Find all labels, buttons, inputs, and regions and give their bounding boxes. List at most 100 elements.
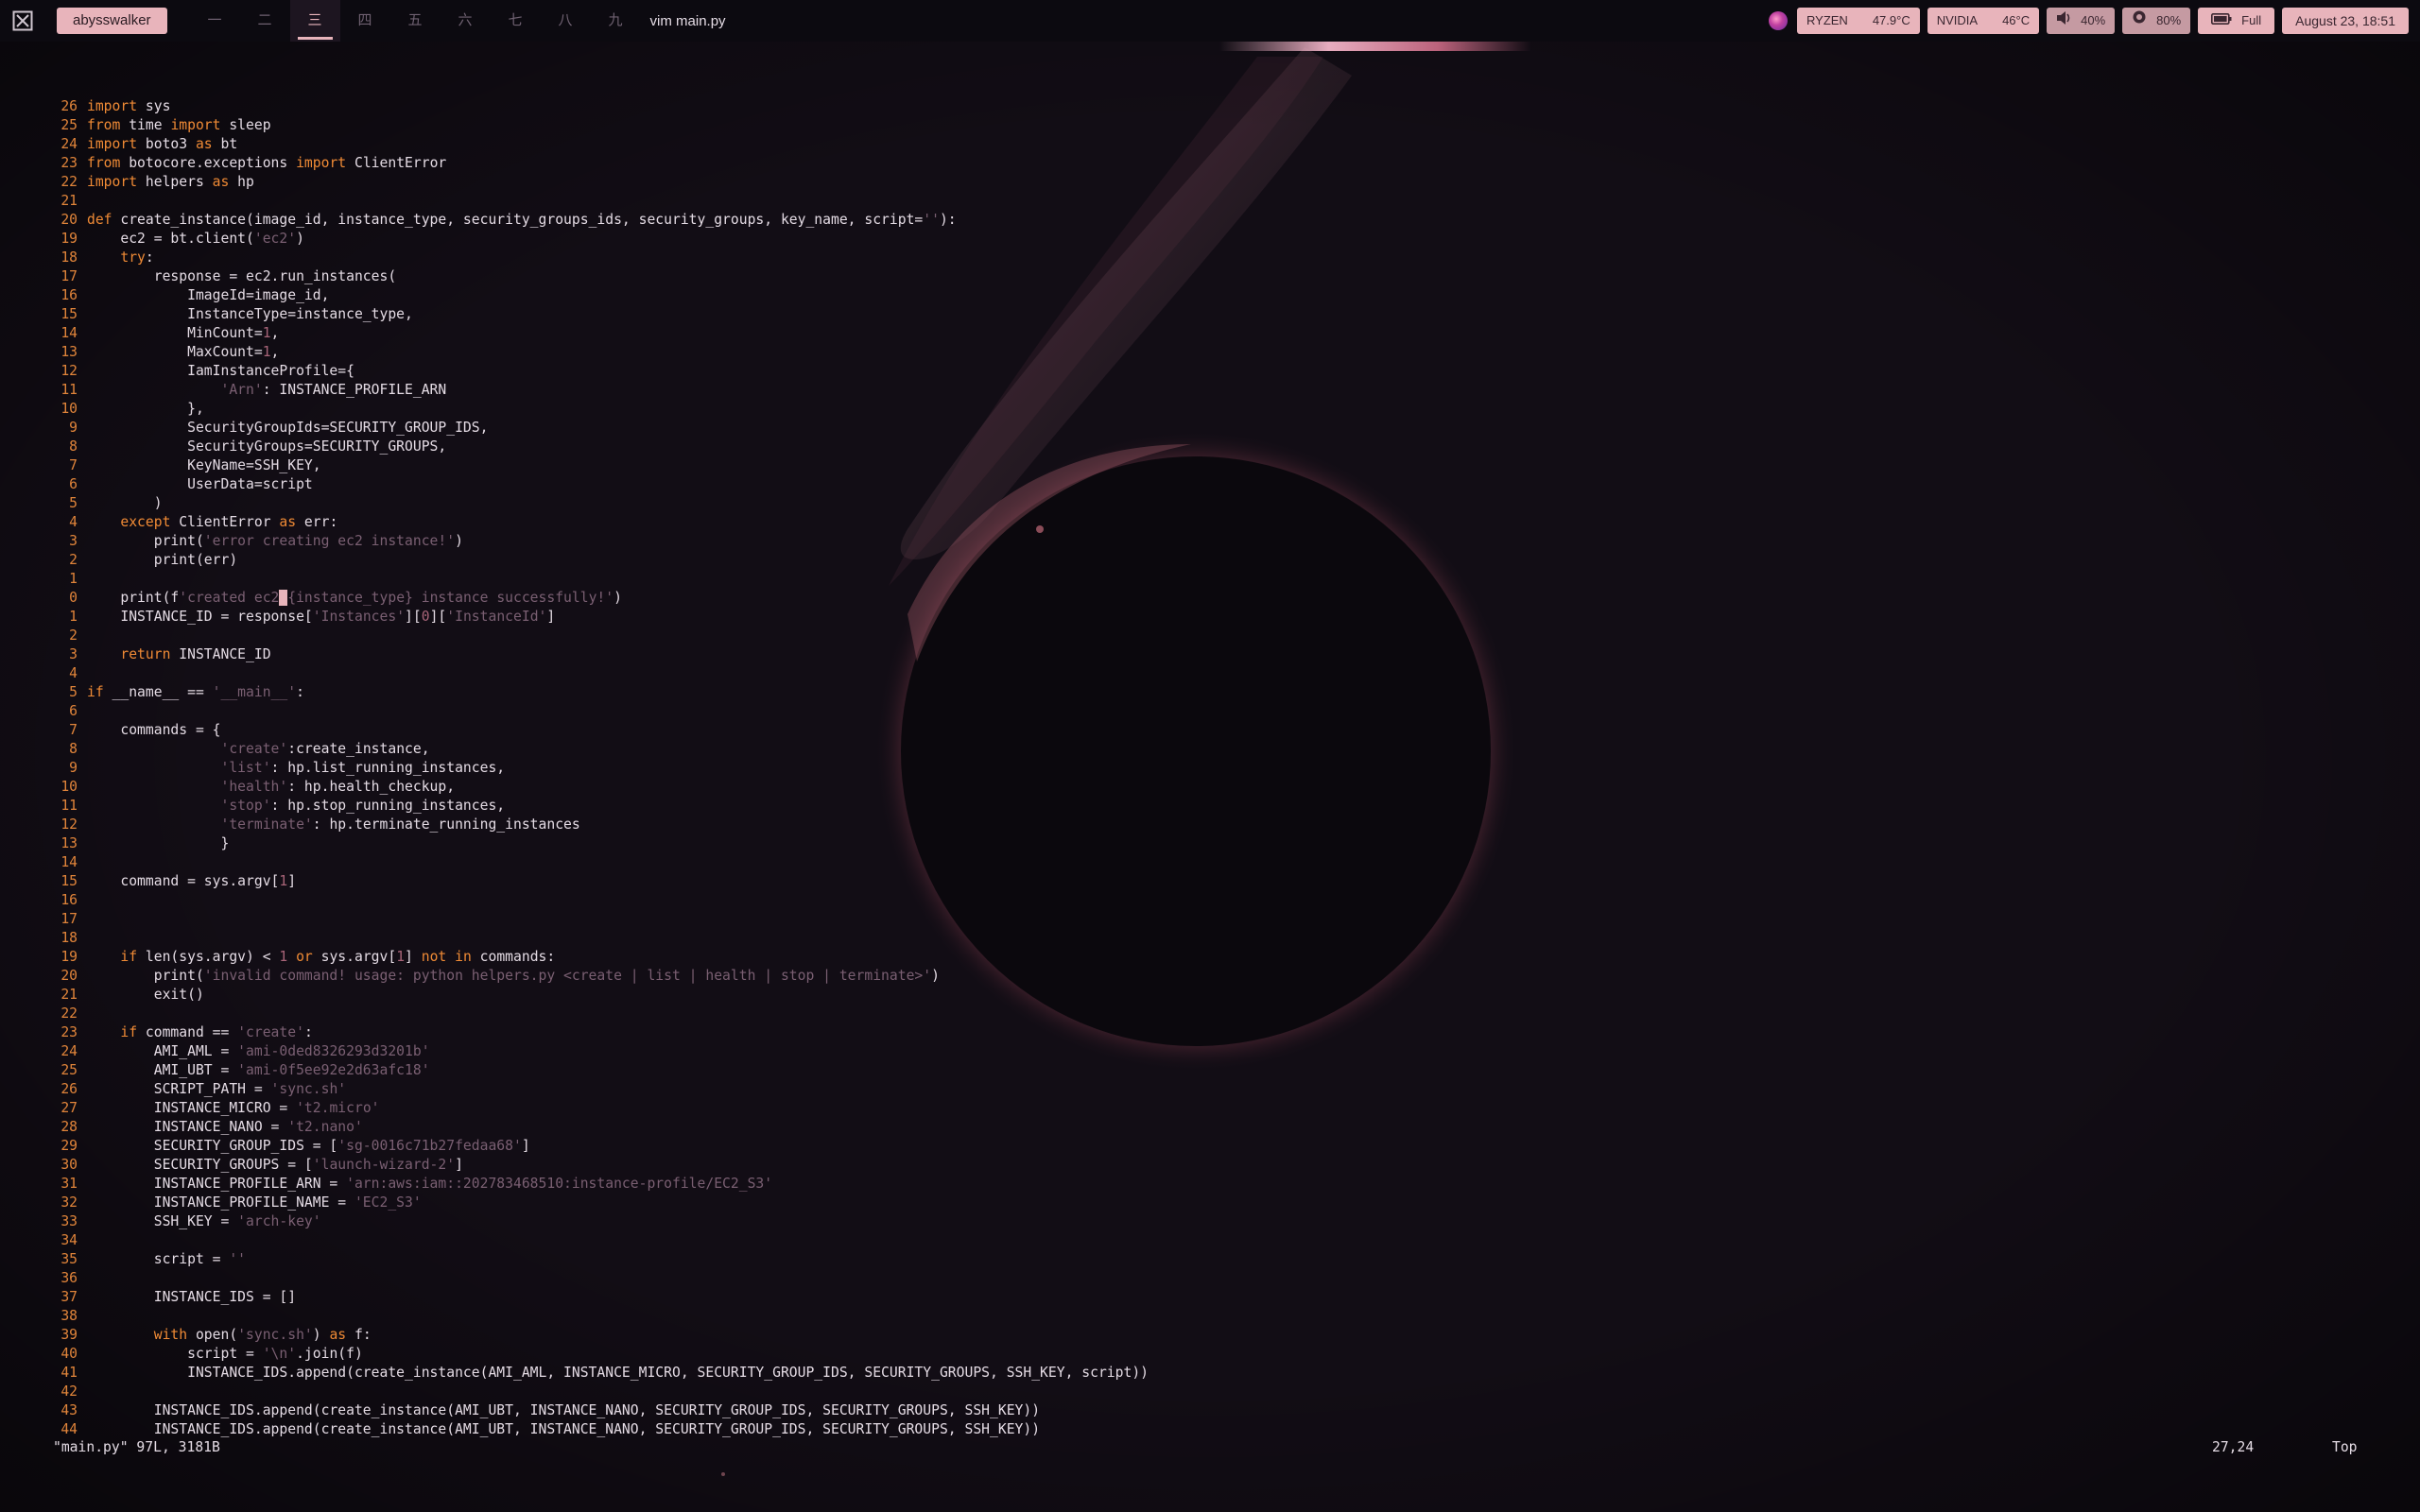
- line-number: 12: [60, 816, 78, 833]
- workspace-4[interactable]: 四: [340, 0, 390, 42]
- line-number: 16: [60, 287, 78, 303]
- code-text[interactable]: print(err): [87, 551, 237, 570]
- vim-editor[interactable]: 26 import sys 25 from time import sleep 24 im…: [0, 0, 2420, 1512]
- workspace-1[interactable]: 一: [190, 0, 240, 42]
- code-text[interactable]: KeyName=SSH_KEY,: [87, 456, 320, 475]
- code-text[interactable]: import sys: [87, 97, 170, 116]
- gpu-label: NVIDIA: [1936, 13, 1979, 27]
- code-text[interactable]: import boto3 as bt: [87, 135, 237, 154]
- gpu-temp-module[interactable]: NVIDIA 46°C: [1927, 8, 2040, 34]
- line-number: 29: [60, 1138, 78, 1154]
- code-text[interactable]: 'health': hp.health_checkup,: [87, 778, 455, 797]
- line-number: 0: [69, 590, 78, 606]
- line-number: 12: [60, 363, 78, 379]
- cpu-temp-module[interactable]: RYZEN 47.9°C: [1797, 8, 1920, 34]
- line-number: 14: [60, 854, 78, 870]
- code-text[interactable]: INSTANCE_ID = response['Instances'][0]['…: [87, 608, 555, 627]
- code-text[interactable]: INSTANCE_NANO = 't2.nano': [87, 1118, 363, 1137]
- code-text[interactable]: from time import sleep: [87, 116, 271, 135]
- code-text[interactable]: InstanceType=instance_type,: [87, 305, 413, 324]
- code-text[interactable]: SCRIPT_PATH = 'sync.sh': [87, 1080, 346, 1099]
- code-text[interactable]: IamInstanceProfile={: [87, 362, 354, 381]
- line-number: 16: [60, 892, 78, 908]
- code-text[interactable]: 'stop': hp.stop_running_instances,: [87, 797, 505, 816]
- line-number: 30: [60, 1157, 78, 1173]
- code-text[interactable]: commands = {: [87, 721, 220, 740]
- code-text[interactable]: except ClientError as err:: [87, 513, 337, 532]
- volume-module[interactable]: 40%: [2047, 8, 2116, 34]
- line-number: 1: [69, 609, 78, 625]
- code-text[interactable]: MinCount=1,: [87, 324, 279, 343]
- code-text[interactable]: 'list': hp.list_running_instances,: [87, 759, 505, 778]
- clock-module[interactable]: August 23, 18:51: [2282, 8, 2409, 34]
- code-text[interactable]: return INSTANCE_ID: [87, 645, 270, 664]
- line-number: 33: [60, 1213, 78, 1229]
- code-text[interactable]: command = sys.argv[1]: [87, 872, 296, 891]
- code-text[interactable]: exit(): [87, 986, 204, 1005]
- brightness-module[interactable]: 80%: [2122, 8, 2191, 34]
- code-text[interactable]: if len(sys.argv) < 1 or sys.argv[1] not …: [87, 948, 555, 967]
- code-text[interactable]: INSTANCE_MICRO = 't2.micro': [87, 1099, 380, 1118]
- code-text[interactable]: response = ec2.run_instances(: [87, 267, 396, 286]
- code-text[interactable]: SECURITY_GROUP_IDS = ['sg-0016c71b27feda…: [87, 1137, 530, 1156]
- code-text[interactable]: ImageId=image_id,: [87, 286, 329, 305]
- gpu-temp: 46°C: [2002, 13, 2031, 27]
- code-text[interactable]: SECURITY_GROUPS = ['launch-wizard-2']: [87, 1156, 463, 1175]
- line-number: 6: [69, 703, 78, 719]
- top-bar: abysswalker 一 二 三 四 五 六 七 八 九 vim main.p…: [0, 0, 2420, 42]
- workspace-5[interactable]: 五: [390, 0, 441, 42]
- code-text[interactable]: with open('sync.sh') as f:: [87, 1326, 372, 1345]
- line-number: 31: [60, 1176, 78, 1192]
- cursor-position: 27,24: [2212, 1439, 2255, 1455]
- code-text[interactable]: 'terminate': hp.terminate_running_instan…: [87, 816, 579, 834]
- line-number: 23: [60, 155, 78, 171]
- line-number: 2: [69, 627, 78, 644]
- user-badge[interactable]: abysswalker: [57, 8, 167, 34]
- code-text[interactable]: }: [87, 834, 229, 853]
- code-text[interactable]: if command == 'create':: [87, 1023, 312, 1042]
- code-text[interactable]: UserData=script: [87, 475, 313, 494]
- code-text[interactable]: MaxCount=1,: [87, 343, 279, 362]
- workspace-8[interactable]: 八: [541, 0, 591, 42]
- code-text[interactable]: script = '': [87, 1250, 246, 1269]
- code-text[interactable]: SecurityGroups=SECURITY_GROUPS,: [87, 438, 446, 456]
- line-number: 13: [60, 344, 78, 360]
- code-text[interactable]: 'create':create_instance,: [87, 740, 429, 759]
- code-text[interactable]: 'Arn': INSTANCE_PROFILE_ARN: [87, 381, 446, 400]
- code-text[interactable]: ): [87, 494, 163, 513]
- workspace-9[interactable]: 九: [591, 0, 641, 42]
- moon-icon[interactable]: [1769, 11, 1788, 30]
- code-text[interactable]: AMI_UBT = 'ami-0f5ee92e2d63afc18': [87, 1061, 430, 1080]
- code-text[interactable]: print('invalid command! usage: python he…: [87, 967, 940, 986]
- launcher-icon[interactable]: [12, 10, 33, 31]
- workspace-7[interactable]: 七: [491, 0, 541, 42]
- code-text[interactable]: INSTANCE_IDS.append(create_instance(AMI_…: [87, 1364, 1149, 1383]
- workspace-6[interactable]: 六: [441, 0, 491, 42]
- code-text[interactable]: INSTANCE_PROFILE_NAME = 'EC2_S3': [87, 1194, 422, 1212]
- workspace-3[interactable]: 三: [289, 0, 340, 42]
- code-text[interactable]: },: [87, 400, 204, 419]
- code-text[interactable]: script = '\n'.join(f): [87, 1345, 363, 1364]
- code-text[interactable]: import helpers as hp: [87, 173, 254, 192]
- line-number: 40: [60, 1346, 78, 1362]
- code-text[interactable]: print('error creating ec2 instance!'): [87, 532, 463, 551]
- battery-module[interactable]: Full: [2198, 8, 2275, 34]
- line-number: 2: [69, 552, 78, 568]
- code-text[interactable]: INSTANCE_PROFILE_ARN = 'arn:aws:iam::202…: [87, 1175, 772, 1194]
- workspace-2[interactable]: 二: [240, 0, 290, 42]
- code-text[interactable]: from botocore.exceptions import ClientEr…: [87, 154, 446, 173]
- code-text[interactable]: if __name__ == '__main__':: [87, 683, 304, 702]
- code-text[interactable]: ec2 = bt.client('ec2'): [87, 230, 304, 249]
- line-number: 3: [69, 533, 78, 549]
- line-number: 22: [60, 1005, 78, 1022]
- code-text[interactable]: INSTANCE_IDS = []: [87, 1288, 296, 1307]
- code-text[interactable]: SSH_KEY = 'arch-key': [87, 1212, 321, 1231]
- code-text[interactable]: SecurityGroupIds=SECURITY_GROUP_IDS,: [87, 419, 488, 438]
- cpu-temp: 47.9°C: [1872, 13, 1910, 27]
- code-text[interactable]: print(f'created ec2 {instance_type} inst…: [87, 589, 622, 608]
- code-text[interactable]: try:: [87, 249, 153, 267]
- code-text[interactable]: INSTANCE_IDS.append(create_instance(AMI_…: [87, 1420, 1040, 1439]
- code-text[interactable]: def create_instance(image_id, instance_t…: [87, 211, 957, 230]
- code-text[interactable]: AMI_AML = 'ami-0ded8326293d3201b': [87, 1042, 430, 1061]
- code-text[interactable]: INSTANCE_IDS.append(create_instance(AMI_…: [87, 1401, 1040, 1420]
